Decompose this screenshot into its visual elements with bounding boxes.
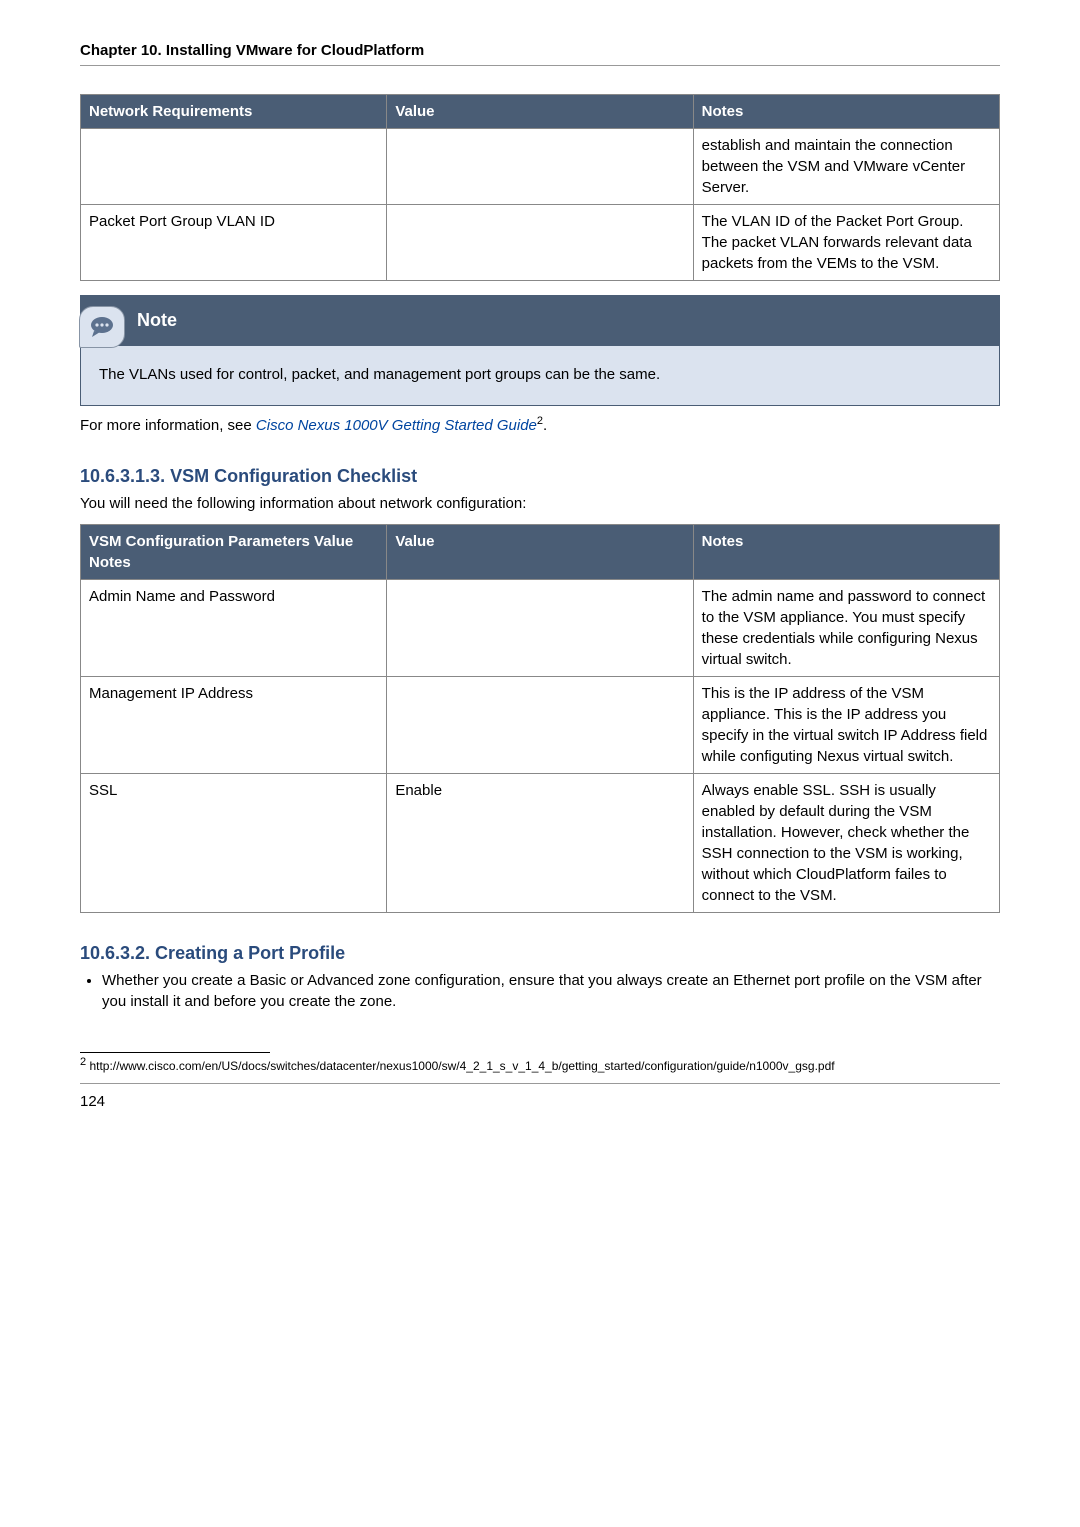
cell-value: Enable: [387, 774, 693, 913]
footnote: 2 http://www.cisco.com/en/US/docs/switch…: [80, 1055, 1000, 1075]
port-profile-bullets: Whether you create a Basic or Advanced z…: [80, 970, 1000, 1012]
cell-notes: establish and maintain the connection be…: [693, 129, 999, 205]
note-callout: Note The VLANs used for control, packet,…: [80, 295, 1000, 406]
cell-param: SSL: [81, 774, 387, 913]
note-title: Note: [137, 308, 177, 333]
section-intro: You will need the following information …: [80, 493, 1000, 514]
cell-param: Management IP Address: [81, 677, 387, 774]
th-value: Value: [387, 525, 693, 580]
cell-req: Packet Port Group VLAN ID: [81, 205, 387, 281]
note-body: The VLANs used for control, packet, and …: [81, 346, 999, 391]
th-notes: Notes: [693, 525, 999, 580]
th-vsm-config: VSM Configuration Parameters Value Notes: [81, 525, 387, 580]
cell-value: [387, 580, 693, 677]
page-footer-rule: [80, 1083, 1000, 1084]
speech-bubble-icon: [79, 306, 125, 348]
section-heading-port-profile: 10.6.3.2. Creating a Port Profile: [80, 941, 1000, 966]
cell-value: [387, 205, 693, 281]
note-title-bar: Note: [81, 296, 999, 346]
table-row: Management IP Address This is the IP add…: [81, 677, 1000, 774]
footnote-rule: [80, 1052, 270, 1053]
vsm-configuration-table: VSM Configuration Parameters Value Notes…: [80, 524, 1000, 913]
cisco-guide-link[interactable]: Cisco Nexus 1000V Getting Started Guide: [256, 417, 537, 434]
cell-notes: The admin name and password to connect t…: [693, 580, 999, 677]
cell-notes: Always enable SSL. SSH is usually enable…: [693, 774, 999, 913]
cell-value: [387, 129, 693, 205]
cell-notes: The VLAN ID of the Packet Port Group. Th…: [693, 205, 999, 281]
table-row: SSL Enable Always enable SSL. SSH is usu…: [81, 774, 1000, 913]
th-notes: Notes: [693, 95, 999, 129]
list-item: Whether you create a Basic or Advanced z…: [102, 970, 1000, 1012]
table-header-row: Network Requirements Value Notes: [81, 95, 1000, 129]
more-info-paragraph: For more information, see Cisco Nexus 10…: [80, 414, 1000, 436]
network-requirements-table: Network Requirements Value Notes establi…: [80, 94, 1000, 281]
cell-notes: This is the IP address of the VSM applia…: [693, 677, 999, 774]
th-network-requirements: Network Requirements: [81, 95, 387, 129]
footnote-text: http://www.cisco.com/en/US/docs/switches…: [86, 1059, 834, 1073]
table-row: establish and maintain the connection be…: [81, 129, 1000, 205]
more-info-prefix: For more information, see: [80, 417, 256, 434]
more-info-suffix: .: [543, 417, 547, 434]
page-number: 124: [80, 1091, 1000, 1112]
cell-param: Admin Name and Password: [81, 580, 387, 677]
table-header-row: VSM Configuration Parameters Value Notes…: [81, 525, 1000, 580]
chapter-header: Chapter 10. Installing VMware for CloudP…: [80, 40, 1000, 66]
table-row: Packet Port Group VLAN ID The VLAN ID of…: [81, 205, 1000, 281]
section-heading-vsm-checklist: 10.6.3.1.3. VSM Configuration Checklist: [80, 464, 1000, 489]
cell-req: [81, 129, 387, 205]
table-row: Admin Name and Password The admin name a…: [81, 580, 1000, 677]
cell-value: [387, 677, 693, 774]
th-value: Value: [387, 95, 693, 129]
